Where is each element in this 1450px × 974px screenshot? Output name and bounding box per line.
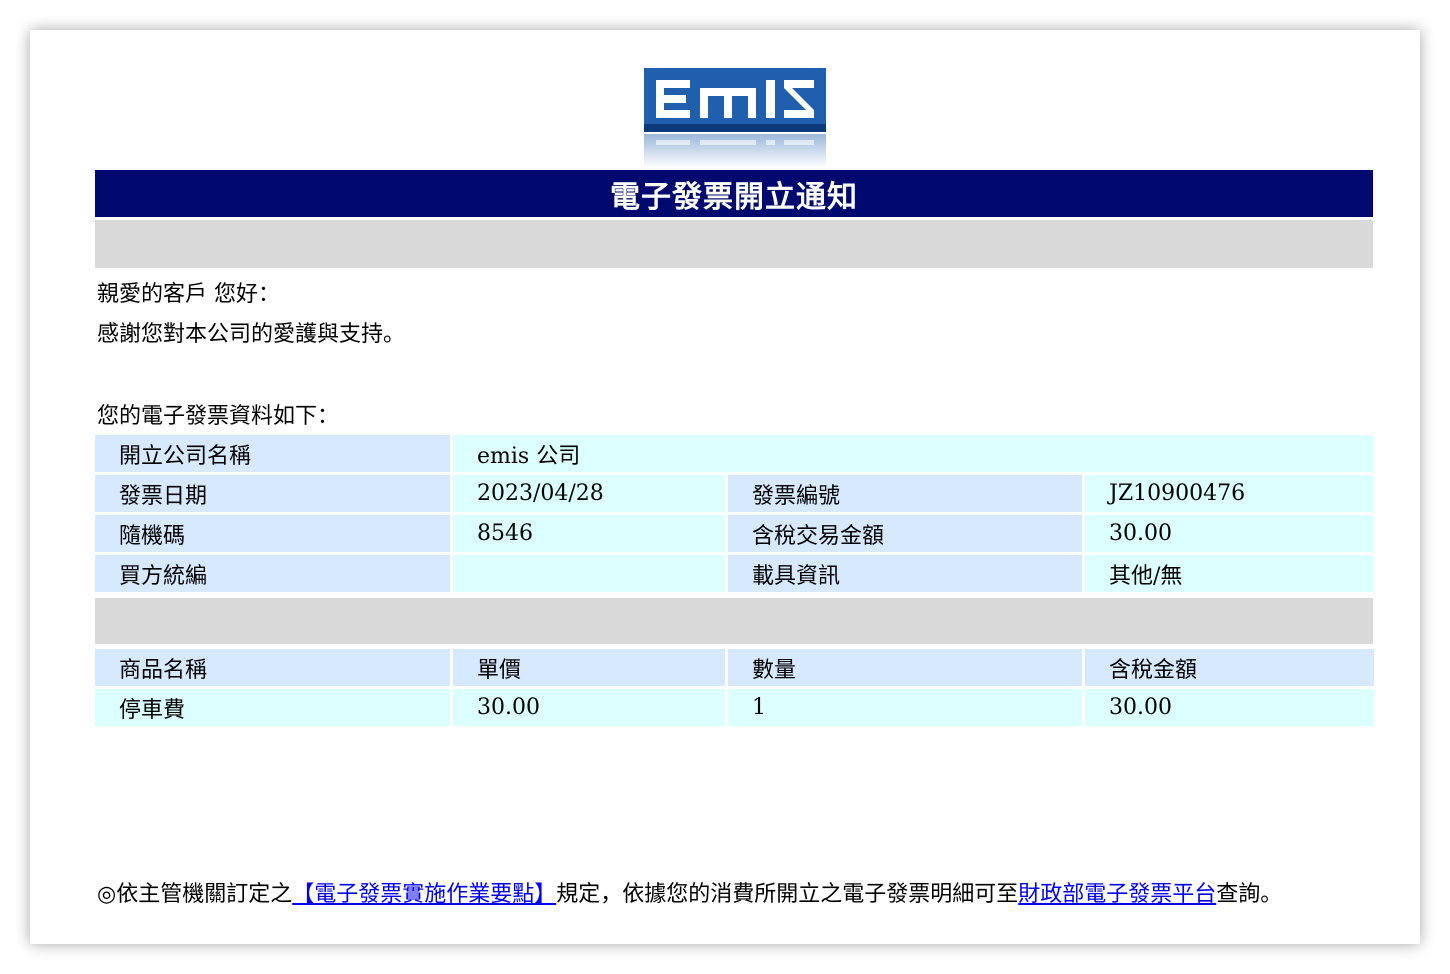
column-header: 數量 — [725, 649, 1082, 686]
buyer-id-value — [450, 555, 725, 592]
column-header: 含稅金額 — [1082, 649, 1374, 686]
info-intro: 您的電子發票資料如下： — [97, 404, 340, 429]
table-row: 開立公司名稱 emis 公司 — [95, 435, 1375, 472]
buyer-id-label: 買方統編 — [95, 555, 450, 592]
carrier-label: 載具資訊 — [725, 555, 1082, 592]
table-row: 停車費 30.00 1 30.00 — [95, 689, 1374, 726]
footer-middle: 規定，依據您的消費所開立之電子發票明細可至 — [556, 882, 1019, 907]
invoice-date-label: 發票日期 — [95, 475, 450, 512]
footer-prefix: ◎依主管機關訂定之 — [97, 882, 293, 907]
invoice-rules-link[interactable]: 【電子發票實施作業要點】 — [292, 882, 556, 907]
item-name-cell: 停車費 — [95, 689, 450, 726]
carrier-value: 其他/無 — [1082, 555, 1375, 592]
invoice-date-value: 2023/04/28 — [450, 475, 725, 512]
page-title: 電子發票開立通知 — [95, 170, 1373, 217]
invoice-number-label: 發票編號 — [725, 475, 1082, 512]
item-amount-cell: 30.00 — [1082, 689, 1374, 726]
total-amount-value: 30.00 — [1082, 515, 1375, 552]
thanks-line: 感謝您對本公司的愛護與支持。 — [97, 322, 406, 347]
greeting-line: 親愛的客戶 您好： — [97, 282, 280, 307]
column-header: 單價 — [450, 649, 725, 686]
item-unit-price-cell: 30.00 — [450, 689, 725, 726]
footer-note: ◎依主管機關訂定之【電子發票實施作業要點】規定，依據您的消費所開立之電子發票明細… — [97, 876, 1282, 908]
invoice-number-value: JZ10900476 — [1082, 475, 1375, 512]
item-quantity-cell: 1 — [725, 689, 1082, 726]
random-code-value: 8546 — [450, 515, 725, 552]
emis-logo — [644, 68, 826, 168]
footer-suffix: 查詢。 — [1216, 882, 1283, 907]
random-code-label: 隨機碼 — [95, 515, 450, 552]
table-row: 隨機碼 8546 含稅交易金額 30.00 — [95, 515, 1375, 552]
divider-bar — [95, 220, 1373, 268]
items-header-row: 商品名稱 單價 數量 含稅金額 — [95, 649, 1374, 686]
divider-bar — [95, 598, 1373, 644]
invoice-info-table: 開立公司名稱 emis 公司 發票日期 2023/04/28 發票編號 JZ10… — [95, 432, 1375, 595]
column-header: 商品名稱 — [95, 649, 450, 686]
table-row: 發票日期 2023/04/28 發票編號 JZ10900476 — [95, 475, 1375, 512]
company-value: emis 公司 — [450, 435, 1375, 472]
table-row: 買方統編 載具資訊 其他/無 — [95, 555, 1375, 592]
items-table: 商品名稱 單價 數量 含稅金額 停車費 30.00 1 30.00 — [95, 646, 1374, 729]
einvoice-platform-link[interactable]: 財政部電子發票平台 — [1018, 882, 1216, 907]
total-amount-label: 含稅交易金額 — [725, 515, 1082, 552]
company-label: 開立公司名稱 — [95, 435, 450, 472]
